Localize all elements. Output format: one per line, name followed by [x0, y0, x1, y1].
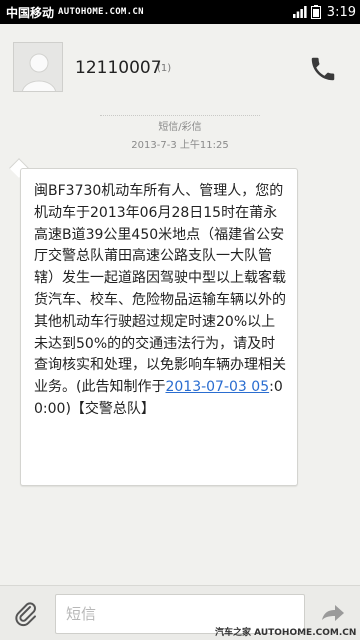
- message-count: (1): [157, 63, 172, 74]
- footer-watermark: 汽车之家 AUTOHOME.COM.CN: [215, 628, 357, 638]
- contact-header: 12110007 (1): [0, 24, 360, 116]
- avatar[interactable]: [13, 42, 63, 92]
- status-bar: 中国移动 AUTOHOME.COM.CN 3:19: [0, 0, 360, 24]
- battery-icon: [310, 5, 321, 19]
- contact-number: 12110007: [75, 58, 162, 78]
- message-body: 闽BF3730机动车所有人、管理人，您的机动车于2013年06月28日15时在莆…: [34, 183, 286, 396]
- carrier-label: 中国移动: [6, 5, 55, 20]
- attach-button[interactable]: [10, 598, 42, 630]
- clock: 3:19: [326, 4, 356, 20]
- default-avatar-icon: [14, 43, 62, 91]
- watermark-text: AUTOHOME.COM.CN: [58, 7, 144, 17]
- call-button[interactable]: [308, 54, 338, 84]
- signal-icon: [292, 6, 307, 18]
- message-type-label: 短信/彩信: [158, 122, 202, 133]
- message-timestamp: 2013-7-3 上午11:25: [131, 140, 229, 151]
- date-link[interactable]: 2013-07-03 05: [165, 379, 269, 395]
- status-bar-right: 3:19: [292, 4, 356, 20]
- message-bubble[interactable]: 闽BF3730机动车所有人、管理人，您的机动车于2013年06月28日15时在莆…: [20, 168, 298, 486]
- paperclip-icon: [15, 602, 36, 627]
- phone-icon: [311, 57, 335, 81]
- message-text: 闽BF3730机动车所有人、管理人，您的机动车于2013年06月28日15时在莆…: [34, 181, 287, 421]
- status-bar-left: 中国移动 AUTOHOME.COM.CN: [6, 4, 144, 21]
